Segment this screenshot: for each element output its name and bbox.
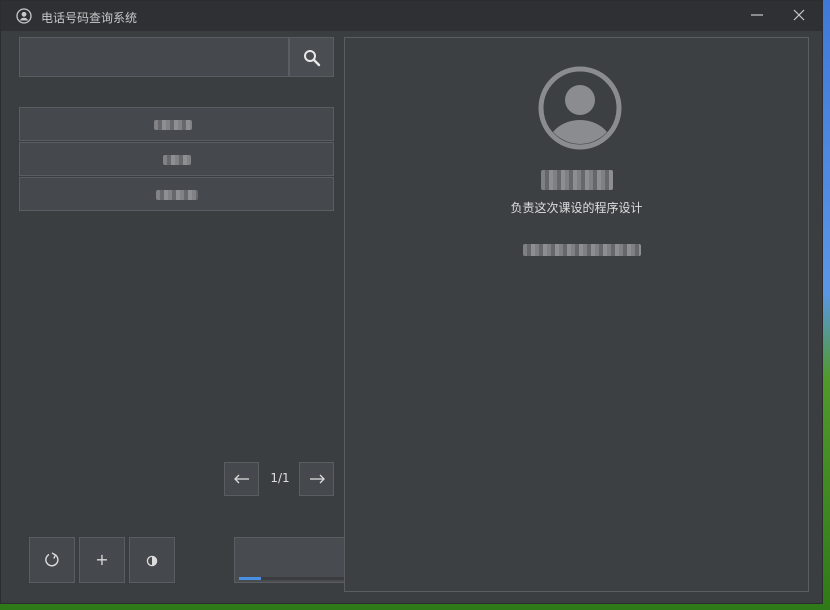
- user-icon: [16, 8, 32, 24]
- add-label: +: [95, 550, 109, 569]
- redacted-name: [541, 170, 613, 190]
- window-title: 电话号码查询系统: [41, 11, 138, 25]
- refresh-button[interactable]: [29, 537, 75, 583]
- next-page-button[interactable]: [299, 462, 334, 496]
- avatar-icon: [538, 66, 622, 150]
- title-bar: 电话号码查询系统: [1, 1, 822, 31]
- redacted-name: [154, 120, 192, 130]
- search-button[interactable]: [289, 37, 334, 77]
- app-window: 电话号码查询系统 1/1 + 负责这次课设的程序设计: [0, 0, 823, 604]
- page-indicator: 1/1: [270, 471, 290, 485]
- contrast-icon: [146, 555, 158, 567]
- theme-toggle-button[interactable]: [129, 537, 175, 583]
- prev-page-button[interactable]: [224, 462, 259, 496]
- close-icon[interactable]: [792, 7, 806, 23]
- contact-item[interactable]: [19, 177, 334, 211]
- add-contact-button[interactable]: +: [79, 537, 125, 583]
- redacted-name: [156, 190, 198, 200]
- refresh-icon: [45, 552, 59, 567]
- redacted-phone: [523, 244, 641, 256]
- search-icon: [304, 50, 321, 67]
- detail-panel: 负责这次课设的程序设计: [344, 37, 809, 592]
- progress-fill: [239, 577, 262, 580]
- minimize-icon[interactable]: [750, 7, 764, 23]
- contact-item[interactable]: [19, 142, 334, 176]
- arrow-left-icon: [234, 474, 249, 484]
- arrow-right-icon: [310, 474, 325, 484]
- contact-item[interactable]: [19, 107, 334, 141]
- contact-description: 负责这次课设的程序设计: [510, 201, 643, 215]
- search-input[interactable]: [19, 37, 289, 77]
- redacted-name: [163, 155, 191, 165]
